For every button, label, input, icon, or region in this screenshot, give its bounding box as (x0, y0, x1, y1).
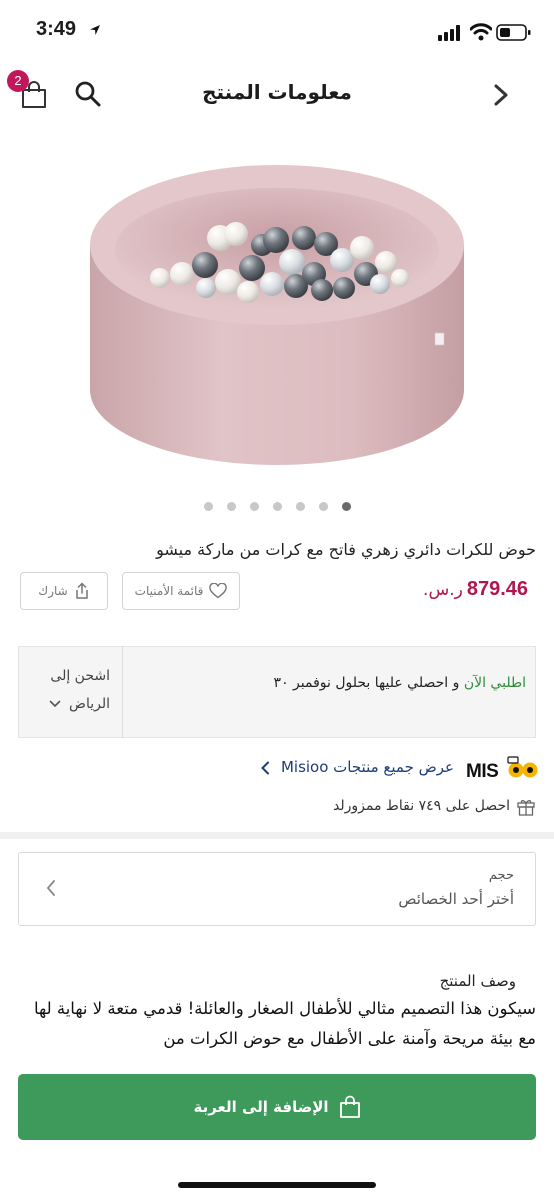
chevron-right-icon (494, 84, 508, 106)
size-label: حجم (488, 868, 514, 883)
brand-products-link[interactable]: عرض جميع منتجات Misioo (260, 758, 454, 776)
image-pagination[interactable] (0, 502, 554, 511)
product-image[interactable] (60, 150, 494, 480)
delivery-date-text: و احصلي عليها بحلول نوفمبر ٣٠ (273, 675, 460, 691)
brand-link-label: عرض جميع منتجات Misioo (280, 758, 454, 776)
pagination-dot[interactable] (295, 502, 305, 511)
back-button[interactable] (490, 82, 512, 108)
chevron-left-icon (46, 880, 55, 896)
pagination-dot[interactable] (249, 502, 259, 511)
status-time: 3:49 (36, 18, 77, 40)
reward-points: احصل على ٧٤٩ نقاط ممزورلد (333, 798, 510, 814)
gift-icon (517, 800, 535, 816)
price-currency: ر.س. (423, 580, 463, 600)
shopping-bag-icon (339, 1095, 360, 1118)
add-to-cart-button[interactable]: الإضافة إلى العربة (18, 1074, 536, 1140)
wifi-icon (470, 23, 492, 41)
home-indicator (178, 1182, 376, 1188)
pagination-dot[interactable] (341, 502, 351, 511)
pagination-dot[interactable] (272, 502, 282, 511)
ship-to-label: اشحن إلى (50, 668, 110, 684)
battery-icon (496, 24, 531, 41)
misioo-logo: MIS (466, 756, 538, 782)
delivery-info-box (18, 646, 536, 738)
wishlist-button[interactable]: قائمة الأمنيات (122, 572, 240, 610)
share-label: شارك (38, 584, 68, 598)
size-selector[interactable] (18, 852, 536, 926)
location-arrow-icon (90, 25, 100, 35)
order-now-text: اطلبي الآن (463, 675, 526, 691)
svg-text:MIS: MIS (466, 761, 498, 782)
pagination-dot[interactable] (226, 502, 236, 511)
chevron-left-icon (261, 761, 270, 774)
search-button[interactable] (74, 80, 102, 108)
product-price: 879.46ر.س. (423, 578, 528, 601)
product-title: حوض للكرات دائري زهري فاتح مع كرات من ما… (156, 540, 536, 559)
description-heading: وصف المنتج (439, 972, 516, 990)
ship-city-value: الرياض (69, 696, 110, 712)
cellular-signal-icon (438, 25, 460, 41)
description-text: سيكون هذا التصميم مثالي للأطفال الصغار و… (33, 999, 536, 1048)
size-placeholder: أختر أحد الخصائص (398, 890, 514, 908)
heart-icon (209, 583, 228, 599)
add-to-cart-label: الإضافة إلى العربة (193, 1098, 329, 1116)
delivery-estimate: اطلبي الآن و احصلي عليها بحلول نوفمبر ٣٠ (274, 675, 526, 691)
pagination-dot[interactable] (203, 502, 213, 511)
cart-count-badge: 2 (7, 70, 29, 92)
ship-city-select[interactable]: الرياض (28, 696, 110, 712)
share-icon (75, 582, 88, 599)
wishlist-label: قائمة الأمنيات (134, 584, 204, 598)
section-divider (0, 832, 554, 839)
delivery-divider (122, 646, 123, 738)
search-icon (75, 81, 101, 107)
price-value: 879.46 (466, 578, 528, 600)
chevron-down-icon (49, 700, 60, 708)
share-button[interactable]: شارك (20, 572, 108, 610)
pagination-dot[interactable] (318, 502, 328, 511)
